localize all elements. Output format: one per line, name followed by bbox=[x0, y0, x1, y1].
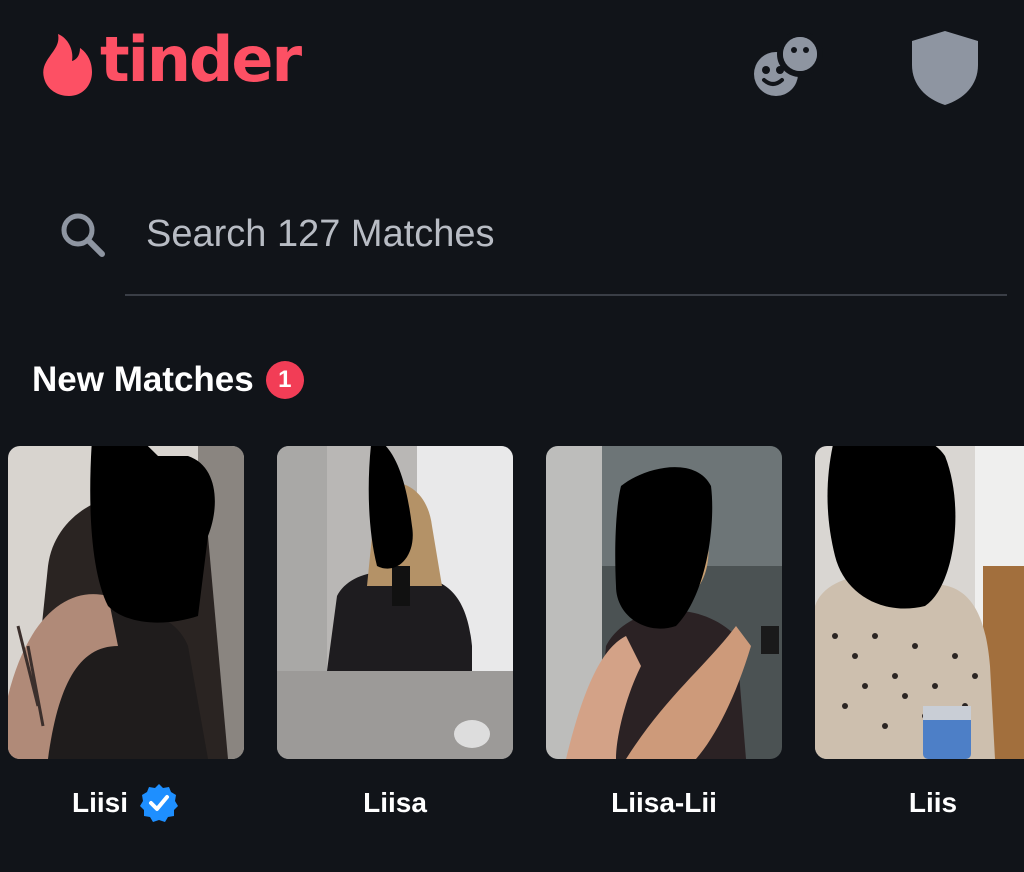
match-name: Liisi bbox=[71, 787, 128, 818]
app-header: tinder bbox=[0, 0, 1024, 140]
search-bar bbox=[0, 190, 1024, 296]
search-divider bbox=[125, 294, 1007, 296]
chat-bubbles-button[interactable] bbox=[748, 30, 824, 102]
tinder-wordmark: tinder bbox=[100, 23, 302, 96]
chat-bubbles-icon bbox=[754, 31, 823, 96]
shield-icon bbox=[912, 31, 978, 105]
tinder-flame-icon bbox=[43, 34, 92, 96]
match-card-liisa[interactable]: Liisa bbox=[277, 446, 513, 823]
tinder-messages-screen: tinder Search 127 Matches New Matches 1 … bbox=[0, 0, 1024, 872]
match-name: Liisa bbox=[363, 787, 427, 818]
match-photo bbox=[8, 446, 244, 759]
match-name: Liisa-Lii bbox=[611, 787, 717, 818]
safety-shield-button[interactable] bbox=[902, 28, 988, 108]
new-matches-title: New Matches bbox=[32, 360, 254, 399]
new-matches-count-badge: 1 bbox=[265, 361, 304, 399]
match-photo bbox=[546, 446, 782, 759]
match-card-liisi[interactable]: Liisi bbox=[8, 446, 244, 823]
new-matches-heading: New Matches 1 bbox=[32, 360, 304, 400]
verified-badge-icon bbox=[140, 784, 178, 822]
search-input[interactable] bbox=[146, 204, 986, 264]
match-card-liisa-lii[interactable]: Liisa-Lii bbox=[546, 446, 782, 823]
match-photo bbox=[277, 446, 513, 759]
tinder-logo[interactable]: tinder bbox=[40, 23, 302, 96]
match-card-liis[interactable]: Liis bbox=[815, 446, 1024, 823]
match-name: Liis bbox=[908, 787, 958, 818]
search-icon bbox=[61, 213, 105, 257]
match-photo bbox=[815, 446, 1024, 759]
